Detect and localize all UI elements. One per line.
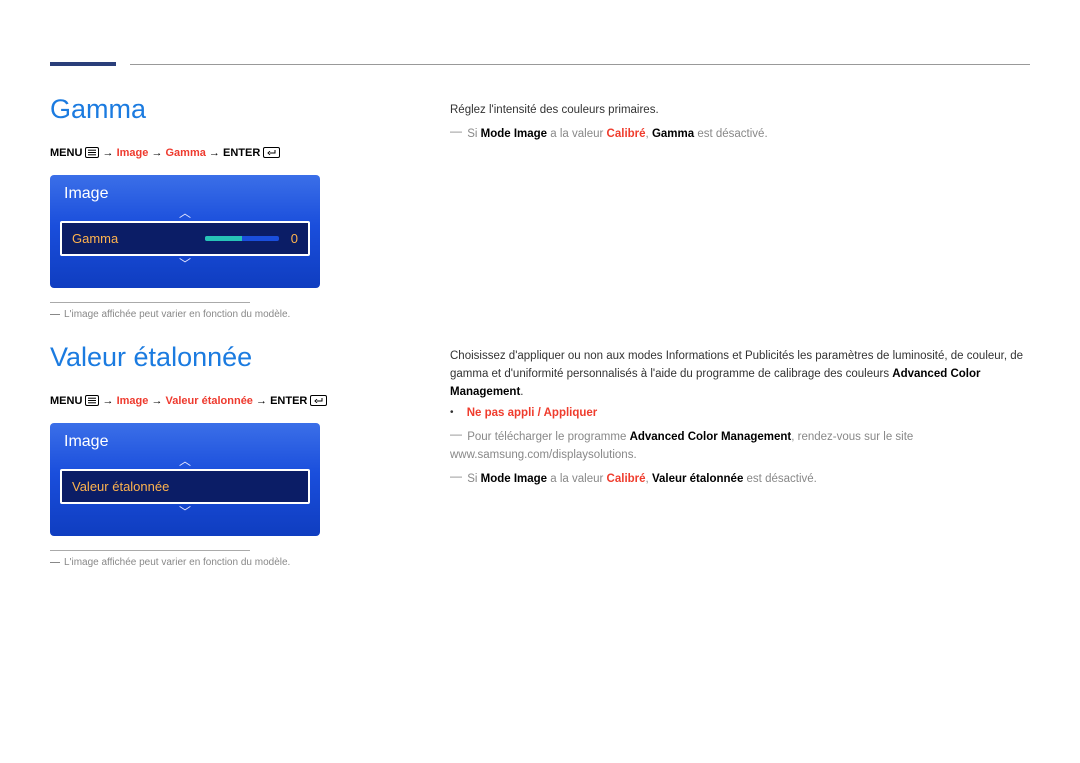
bc-image: Image — [117, 147, 149, 159]
divider — [50, 302, 250, 303]
note-calibre: Calibré — [607, 128, 646, 140]
enter-icon — [263, 147, 280, 161]
valeur-note-download: ― Pour télécharger le programme Advanced… — [450, 427, 1030, 465]
note-text: est désactivé. — [694, 128, 768, 140]
bc-arrow: → — [103, 147, 114, 159]
osd-row-gamma[interactable]: Gamma 0 — [60, 221, 310, 256]
osd-row-valeur[interactable]: Valeur étalonnée — [60, 469, 310, 504]
bc-valeur: Valeur étalonnée — [166, 395, 253, 407]
section-title-gamma: Gamma — [50, 94, 430, 125]
menu-icon — [85, 147, 99, 161]
note-calibre: Calibré — [607, 473, 646, 485]
gamma-slider[interactable] — [205, 236, 279, 241]
valeur-note-disabled: ― Si Mode Image a la valeur Calibré, Val… — [450, 469, 1030, 489]
bc-arrow: → — [151, 395, 162, 407]
osd-row-value: 0 — [291, 231, 298, 246]
note-text: Si — [467, 473, 480, 485]
divider — [50, 550, 250, 551]
valeur-description: Choisissez d'appliquer ou non aux modes … — [450, 348, 1030, 401]
osd-row-label: Gamma — [72, 231, 118, 246]
footnote-valeur: ―L'image affichée peut varier en fonctio… — [50, 557, 430, 568]
bc-arrow: → — [256, 395, 267, 407]
note-text: est désactivé. — [743, 473, 817, 485]
footnote-text: L'image affichée peut varier en fonction… — [64, 309, 290, 320]
desc-text: . — [520, 386, 523, 398]
bc-enter: ENTER — [270, 395, 307, 407]
bc-arrow: → — [209, 147, 220, 159]
chevron-up-icon[interactable]: ︿ — [60, 455, 310, 467]
note-text: Si — [467, 128, 480, 140]
note-text: a la valeur — [547, 128, 606, 140]
chevron-down-icon[interactable]: ﹀ — [60, 506, 310, 518]
gamma-note: ― Si Mode Image a la valeur Calibré, Gam… — [450, 124, 1030, 144]
menu-icon — [85, 395, 99, 409]
osd-valeur: Image ︿ Valeur étalonnée ﹀ — [50, 423, 320, 536]
bc-enter: ENTER — [223, 147, 260, 159]
osd-row-label: Valeur étalonnée — [72, 479, 169, 494]
footnote-gamma: ―L'image affichée peut varier en fonctio… — [50, 309, 430, 320]
bc-image: Image — [117, 395, 149, 407]
osd-title: Image — [64, 185, 310, 203]
valeur-options: Ne pas appli / Appliquer — [450, 405, 1030, 423]
footnote-text: L'image affichée peut varier en fonction… — [64, 557, 290, 568]
options-text: Ne pas appli / Appliquer — [467, 407, 598, 419]
note-valeur: Valeur étalonnée — [652, 473, 743, 485]
note-text: Pour télécharger le programme — [467, 431, 629, 443]
section-title-valeur: Valeur étalonnée — [50, 342, 430, 373]
enter-icon — [310, 395, 327, 409]
bc-menu: MENU — [50, 147, 82, 159]
note-gamma: Gamma — [652, 128, 694, 140]
osd-title: Image — [64, 433, 310, 451]
osd-gamma: Image ︿ Gamma 0 ﹀ — [50, 175, 320, 288]
chevron-down-icon[interactable]: ﹀ — [60, 258, 310, 270]
bc-arrow: → — [103, 395, 114, 407]
note-mode: Mode Image — [481, 128, 547, 140]
gamma-description: Réglez l'intensité des couleurs primaire… — [450, 102, 1030, 120]
breadcrumb-valeur: MENU → Image → Valeur étalonnée → ENTER — [50, 395, 430, 409]
note-mode: Mode Image — [481, 473, 547, 485]
breadcrumb-gamma: MENU → Image → Gamma → ENTER — [50, 147, 430, 161]
bc-gamma: Gamma — [166, 147, 206, 159]
bc-menu: MENU — [50, 395, 82, 407]
note-text: a la valeur — [547, 473, 606, 485]
bc-arrow: → — [151, 147, 162, 159]
chevron-up-icon[interactable]: ︿ — [60, 207, 310, 219]
note-acm: Advanced Color Management — [630, 431, 792, 443]
